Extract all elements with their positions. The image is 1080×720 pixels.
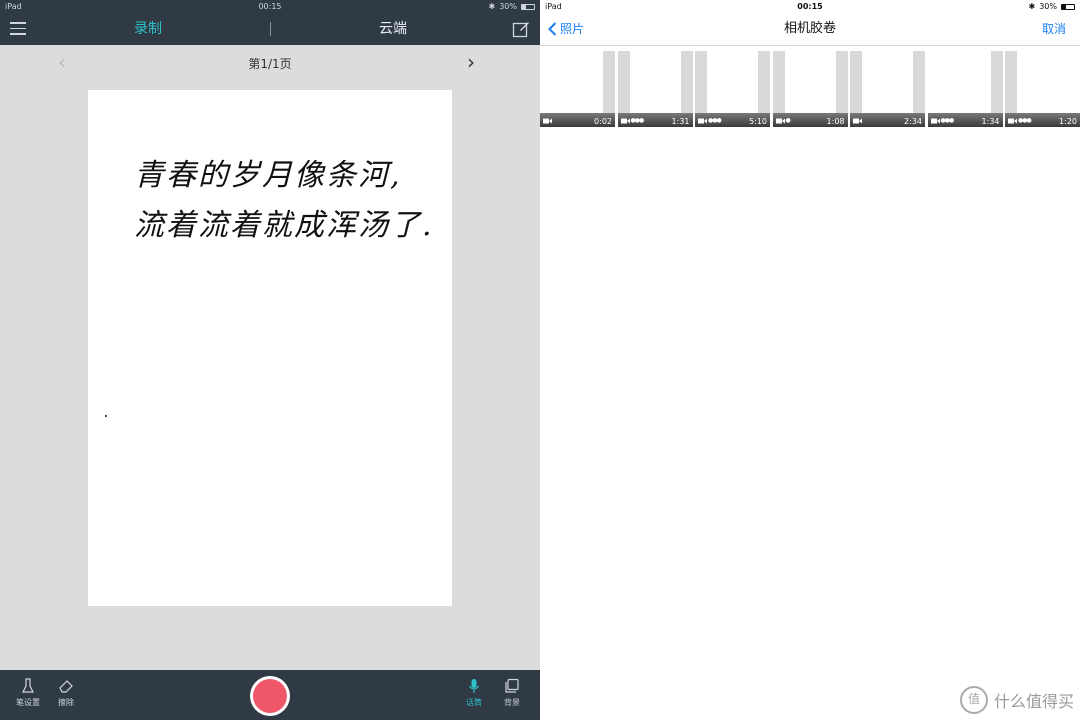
tab-divider	[270, 22, 271, 36]
pen-settings-button[interactable]: 笔设置	[11, 678, 45, 708]
video-grid: 0:02 ●●● 1:31 ●●● 5:10 ● 1:08 2:34 ●●● 1…	[540, 51, 1080, 127]
tab-record[interactable]: 录制	[88, 13, 208, 45]
video-thumbnail[interactable]: ●●● 1:31	[617, 51, 693, 127]
video-duration: 0:02	[594, 117, 612, 126]
eraser-icon	[59, 680, 73, 693]
video-thumbnail[interactable]: ●●● 1:20	[1005, 51, 1080, 127]
loading-dots-icon: ●●●	[940, 117, 955, 124]
ink-dot	[105, 415, 107, 417]
video-duration: 1:31	[671, 117, 690, 126]
video-duration: 2:34	[904, 117, 922, 126]
status-right: ✱ 30%	[489, 0, 535, 13]
status-bar: iPad 00:15 ✱ 30%	[0, 0, 540, 13]
record-button[interactable]	[250, 676, 290, 716]
site-watermark: 值 什么值得买	[959, 686, 1074, 714]
cancel-button[interactable]: 取消	[1042, 13, 1066, 45]
pen-icon	[22, 678, 34, 693]
loading-dots-icon: ●	[785, 117, 791, 124]
nav-title: 相机胶卷	[783, 21, 836, 36]
video-thumbnail[interactable]: 0:02	[540, 51, 615, 127]
video-thumbnail[interactable]: ●●● 1:34	[927, 51, 1003, 127]
page-indicator: 第1/1页	[248, 57, 292, 71]
video-thumbnail[interactable]: 2:34	[850, 51, 925, 127]
battery-percent: 30%	[499, 2, 517, 11]
handwriting-line-2: 流着流着就成浑汤了.	[134, 208, 434, 243]
video-camera-icon	[698, 118, 707, 124]
status-right: ✱ 30%	[1029, 0, 1075, 13]
compose-icon[interactable]	[512, 20, 530, 38]
battery-icon	[521, 3, 535, 10]
record-icon	[253, 679, 287, 713]
clock: 00:15	[797, 2, 823, 11]
bluetooth-icon: ✱	[488, 2, 496, 11]
watermark-text: 什么值得买	[993, 692, 1074, 711]
video-camera-icon	[543, 118, 552, 124]
page-navigator: ‹ 第1/1页 ›	[0, 45, 540, 81]
app-header: 录制 云端	[0, 13, 540, 45]
eraser-label: 擦除	[58, 698, 74, 707]
nav-bar: 照片 相机胶卷 取消	[540, 13, 1080, 46]
microphone-icon	[469, 679, 479, 693]
microphone-label: 话筒	[466, 698, 482, 707]
layers-icon	[505, 678, 519, 693]
clock: 00:15	[258, 2, 282, 11]
note-app-panel: iPad 00:15 ✱ 30% 录制 云端 ‹ 第1/1页 › 青春的岁月像条…	[0, 0, 540, 720]
background-button[interactable]: 背景	[495, 678, 529, 708]
video-thumbnail[interactable]: ● 1:08	[772, 51, 848, 127]
photo-picker-panel: iPad 00:15 ✱ 30% 照片 相机胶卷 取消 0:02 ●●● 1:3…	[540, 0, 1080, 720]
video-thumbnail[interactable]: ●●● 5:10	[695, 51, 770, 127]
video-camera-icon	[930, 118, 940, 124]
watermark-logo-icon: 值	[959, 686, 988, 714]
video-duration: 5:10	[749, 117, 767, 126]
loading-dots-icon: ●●●	[630, 117, 645, 124]
video-camera-icon	[1008, 118, 1017, 124]
battery-icon	[1061, 3, 1075, 10]
pen-settings-label: 笔设置	[16, 698, 40, 707]
next-page-icon[interactable]: ›	[467, 51, 475, 73]
microphone-button[interactable]: 话筒	[457, 678, 491, 708]
battery-percent: 30%	[1039, 2, 1057, 11]
video-duration: 1:20	[1059, 117, 1077, 126]
handwriting-line-1: 青春的岁月像条河,	[134, 158, 402, 193]
drawing-canvas[interactable]: 青春的岁月像条河, 流着流着就成浑汤了.	[88, 90, 452, 606]
video-camera-icon	[775, 118, 785, 124]
video-duration: 1:08	[826, 117, 845, 126]
video-camera-icon	[620, 118, 630, 124]
tab-cloud[interactable]: 云端	[333, 13, 453, 45]
video-camera-icon	[853, 118, 862, 124]
status-bar: iPad 00:15 ✱ 30%	[540, 0, 1080, 13]
loading-dots-icon: ●●●	[1018, 117, 1032, 124]
background-label: 背景	[504, 698, 520, 707]
eraser-button[interactable]: 擦除	[49, 678, 83, 708]
video-duration: 1:34	[981, 117, 1000, 126]
loading-dots-icon: ●●●	[708, 117, 722, 124]
menu-icon[interactable]	[10, 22, 26, 35]
bluetooth-icon: ✱	[1028, 2, 1036, 11]
